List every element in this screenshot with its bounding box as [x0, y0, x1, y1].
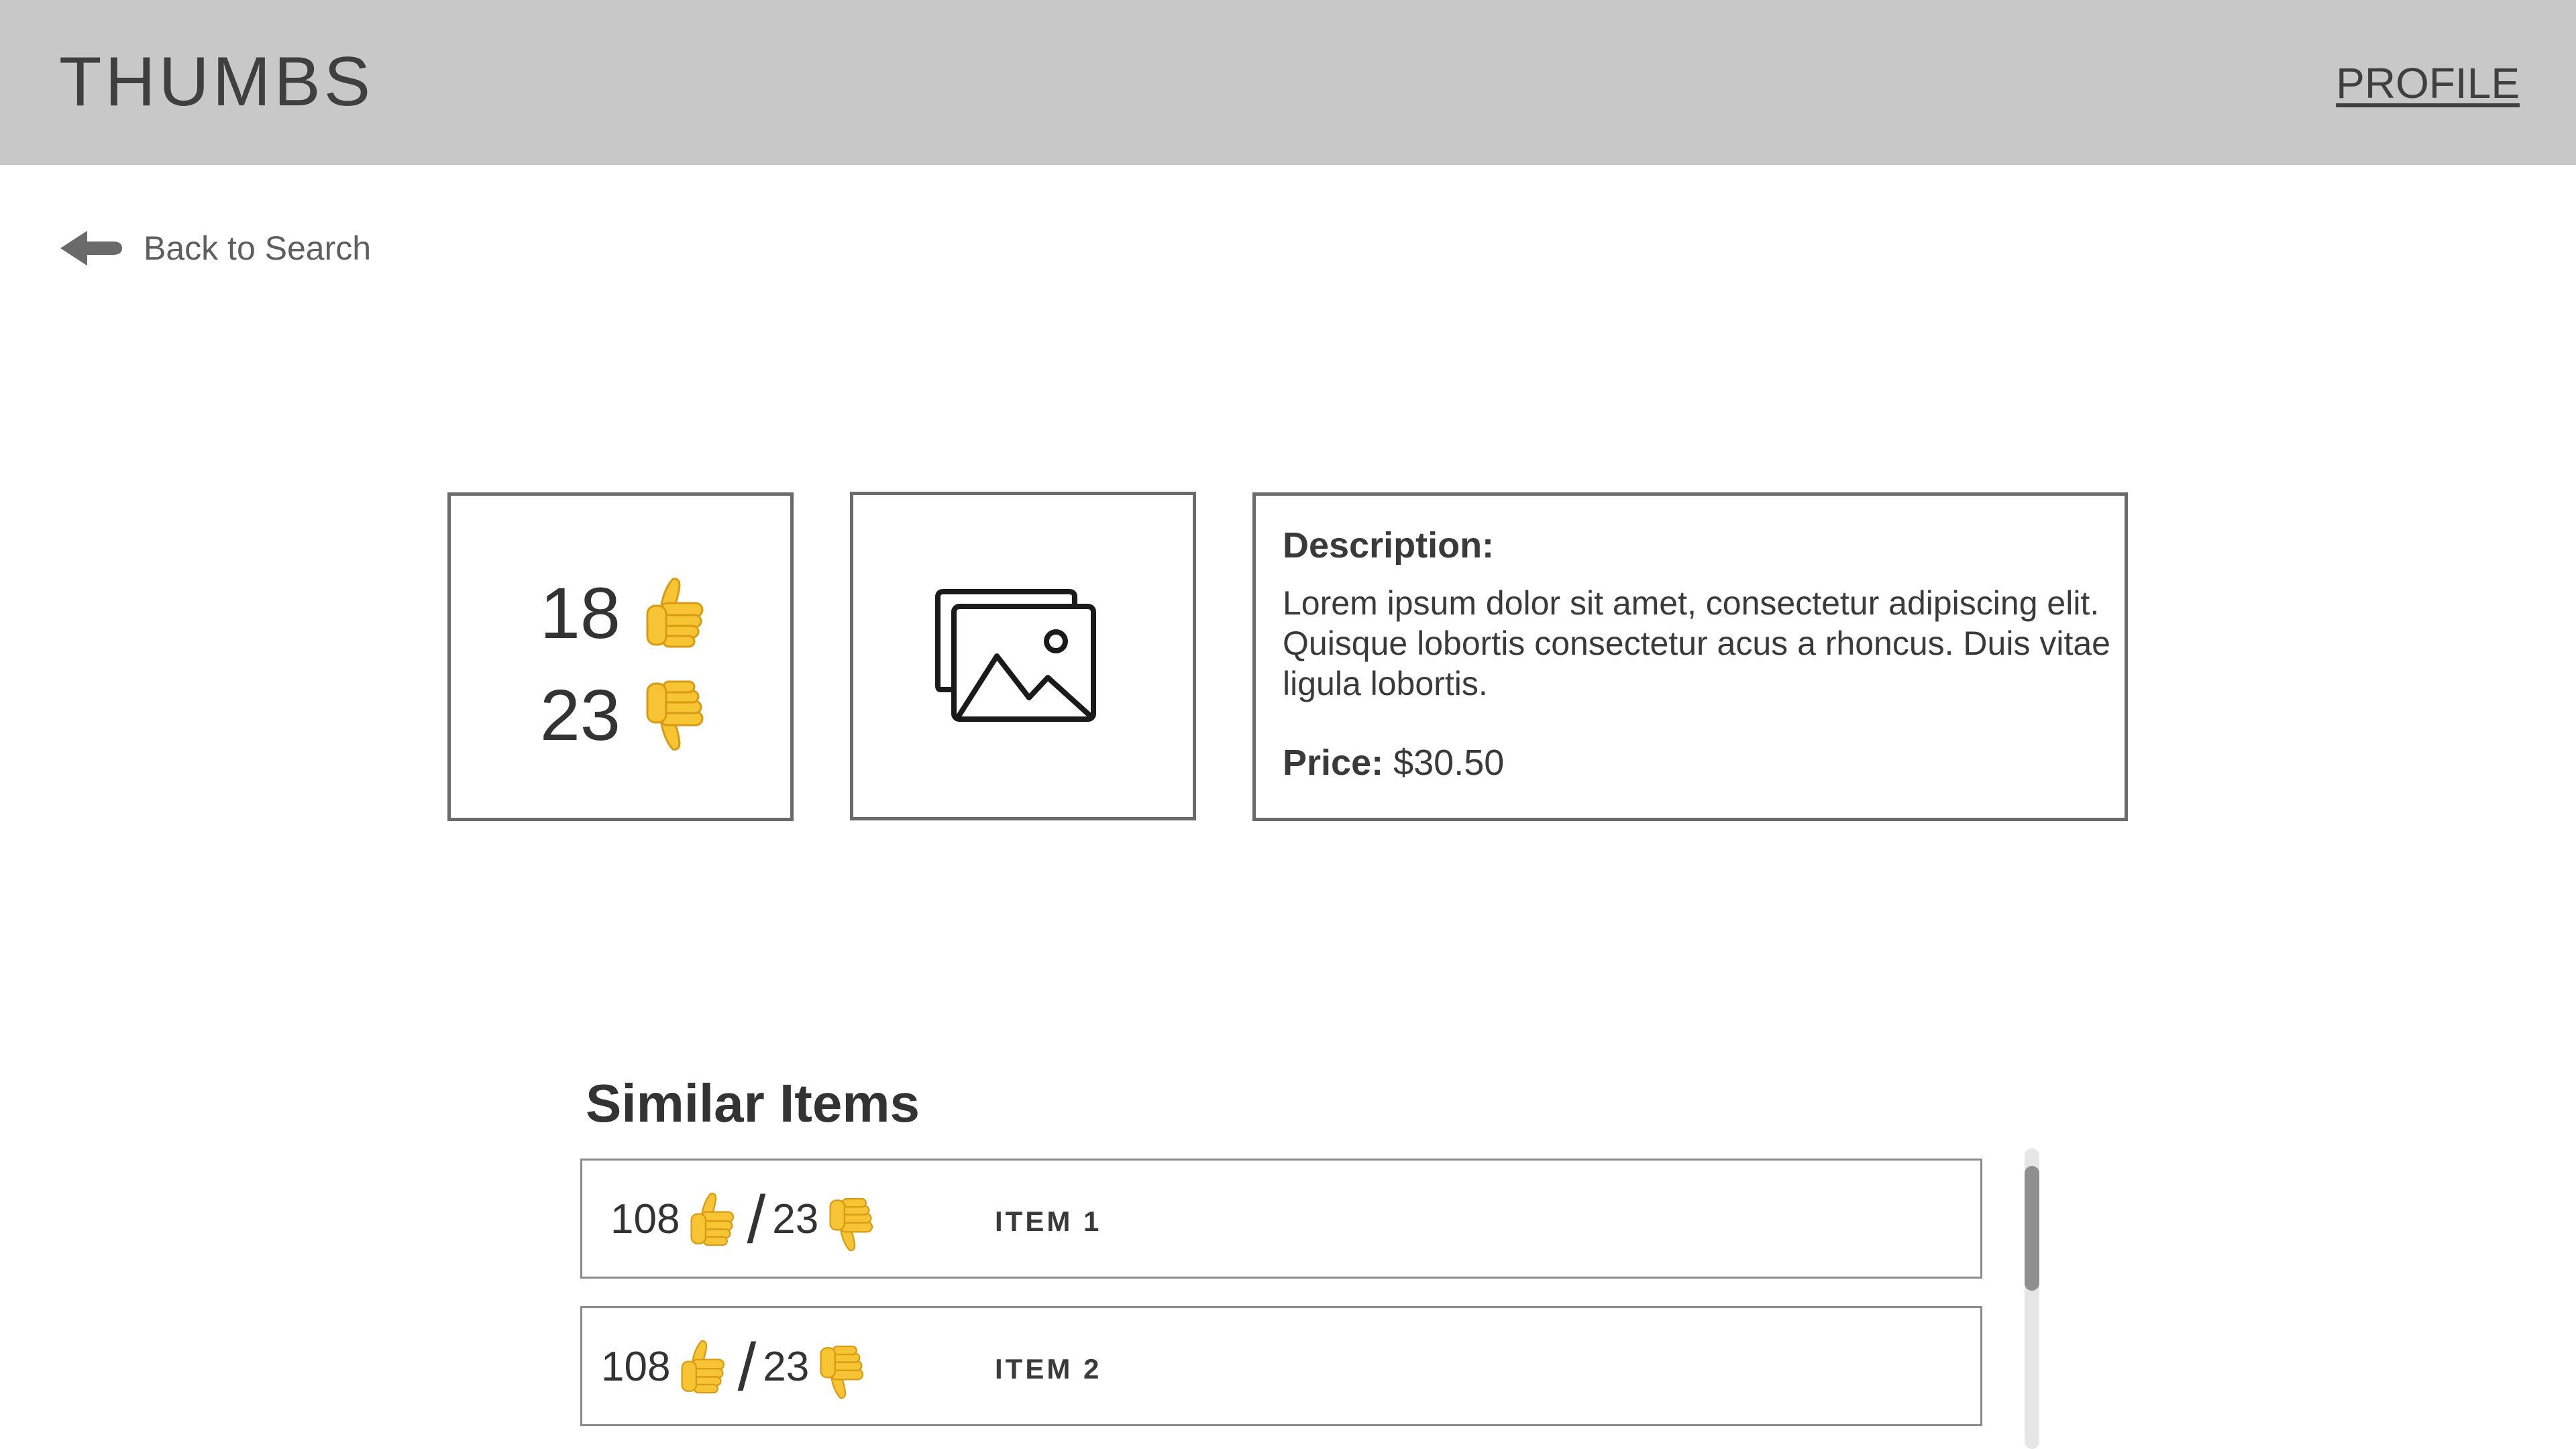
back-to-search-label: Back to Search — [144, 229, 372, 267]
thumbs-down-icon — [820, 1345, 864, 1399]
image-gallery-icon — [935, 589, 1096, 722]
app-brand: THUMBS — [59, 43, 374, 121]
vote-separator: / — [747, 1182, 766, 1257]
similar-items-title: Similar Items — [586, 1073, 920, 1133]
thumbs-up-count: 18 — [539, 572, 621, 653]
thumbs-down-icon — [829, 1197, 873, 1252]
similar-item-thumbs-down-count: 23 — [763, 1344, 810, 1390]
similar-item-votes: 108 / 23 — [610, 1182, 876, 1257]
vote-separator: / — [737, 1330, 757, 1405]
product-votes-box: 18 23 — [447, 492, 794, 821]
similar-item-thumbs-down-count: 23 — [772, 1196, 819, 1242]
similar-item-name: ITEM 1 — [995, 1205, 1102, 1237]
thumbs-down-row[interactable]: 23 — [451, 678, 790, 752]
back-to-search-link[interactable]: Back to Search — [59, 228, 371, 268]
thumbs-up-row[interactable]: 18 — [451, 576, 790, 650]
price-value: $30.50 — [1393, 743, 1505, 783]
similar-item-row[interactable]: 108 / 23 ITEM 2 — [580, 1306, 1982, 1426]
similar-item-name: ITEM 2 — [995, 1353, 1102, 1385]
similar-items-scrollbar-thumb[interactable] — [2025, 1166, 2039, 1291]
thumbs-down-icon — [646, 680, 704, 751]
price-label: Price: — [1283, 743, 1384, 783]
similar-item-thumbs-up-count: 108 — [601, 1344, 671, 1390]
description-text: Lorem ipsum dolor sit amet, consectetur … — [1283, 584, 2110, 702]
price-line: Price: $30.50 — [1283, 741, 1504, 785]
arrow-left-icon — [60, 231, 122, 266]
product-image-box[interactable] — [850, 492, 1196, 820]
top-bar: THUMBS PROFILE — [0, 0, 2576, 165]
similar-item-row[interactable]: 108 / 23 ITEM 1 — [580, 1159, 1982, 1279]
similar-item-thumbs-up-count: 108 — [610, 1196, 680, 1242]
thumbs-down-count: 23 — [539, 674, 621, 755]
profile-link[interactable]: PROFILE — [2336, 62, 2520, 105]
thumbs-up-icon — [681, 1340, 725, 1394]
similar-item-votes: 108 / 23 — [601, 1330, 867, 1405]
product-description-box: Description: Lorem ipsum dolor sit amet,… — [1252, 492, 2128, 821]
description-title: Description: — [1283, 525, 1495, 566]
thumbs-up-icon — [690, 1192, 735, 1246]
thumbs-up-icon — [646, 578, 704, 648]
